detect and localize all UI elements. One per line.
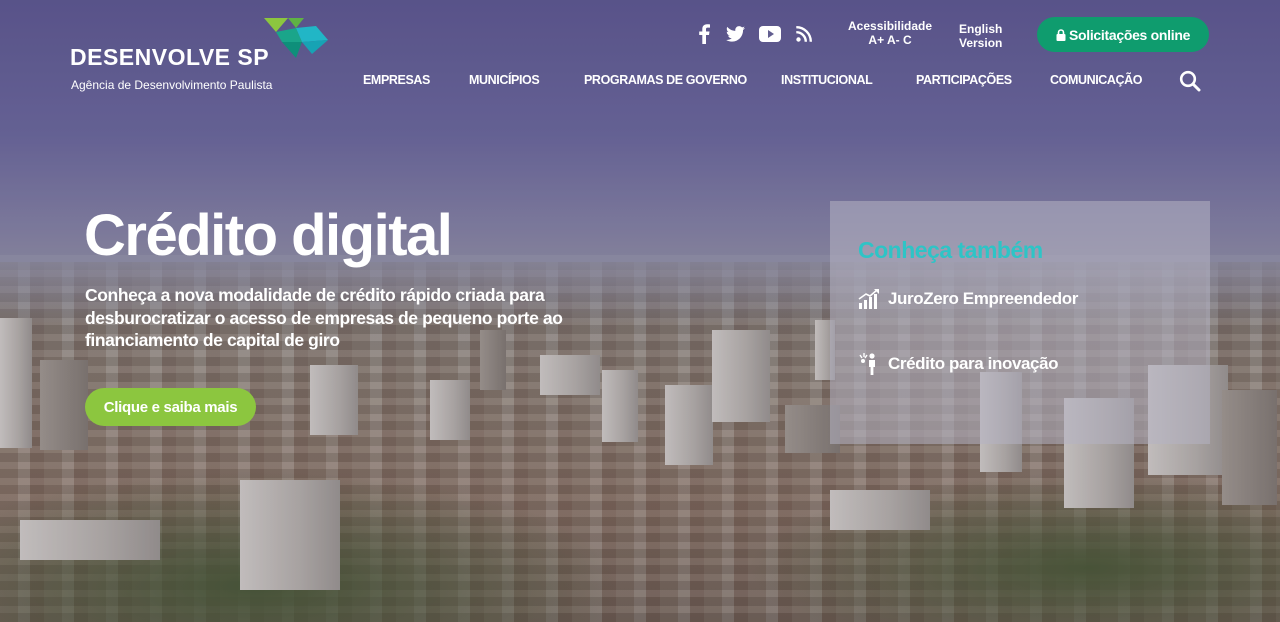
online-requests-label: Solicitações online <box>1068 26 1191 43</box>
english-version-link[interactable]: English Version <box>959 22 1002 50</box>
accessibility-controls[interactable]: Acessibilidade A+ A- C <box>848 19 932 47</box>
learn-more-button[interactable]: Clique e saiba mais <box>85 388 256 426</box>
hero-description: Conheça a nova modalidade de crédito ráp… <box>85 285 563 350</box>
innovation-person-icon <box>859 353 875 375</box>
nav-item-participacoes[interactable]: PARTICIPAÇÕES <box>916 73 1012 87</box>
twitter-icon[interactable] <box>726 26 745 42</box>
online-requests-button[interactable]: Solicitações online <box>1037 17 1209 52</box>
youtube-icon[interactable] <box>759 26 781 42</box>
nav-item-empresas[interactable]: EMPRESAS <box>363 73 430 87</box>
panel-title: Conheça também <box>858 237 1043 263</box>
language-line2: Version <box>959 36 1003 50</box>
nav-item-municipios[interactable]: MUNICÍPIOS <box>469 73 540 87</box>
panel-link-credito-inovacao[interactable]: Crédito para inovação <box>858 352 1059 376</box>
accessibility-label: Acessibilidade <box>848 19 933 33</box>
panel-link-jurozero[interactable]: JuroZero Empreendedor <box>858 288 1078 310</box>
rss-icon[interactable] <box>796 26 812 42</box>
facebook-icon[interactable] <box>698 24 710 44</box>
hero-title: Crédito digital <box>84 203 453 268</box>
lock-icon <box>1056 28 1066 41</box>
nav-item-programas-de-governo[interactable]: PROGRAMAS DE GOVERNO <box>584 73 747 87</box>
nav-item-institucional[interactable]: INSTITUCIONAL <box>781 73 873 87</box>
panel-link-label: JuroZero Empreendedor <box>888 289 1078 308</box>
language-line1: English <box>959 22 1003 36</box>
growth-chart-icon <box>858 289 879 309</box>
panel-link-label: Crédito para inovação <box>888 354 1059 373</box>
nav-item-comunicacao[interactable]: COMUNICAÇÃO <box>1050 73 1143 87</box>
main-navigation: EMPRESAS MUNICÍPIOS PROGRAMAS DE GOVERNO… <box>0 73 1280 93</box>
logo-name: DESENVOLVE SP <box>70 44 270 70</box>
see-also-panel: Conheça também JuroZero Empreendedor Cré… <box>830 201 1210 444</box>
search-icon[interactable] <box>1179 70 1201 92</box>
font-size-contrast-buttons[interactable]: A+ A- C <box>848 33 932 47</box>
